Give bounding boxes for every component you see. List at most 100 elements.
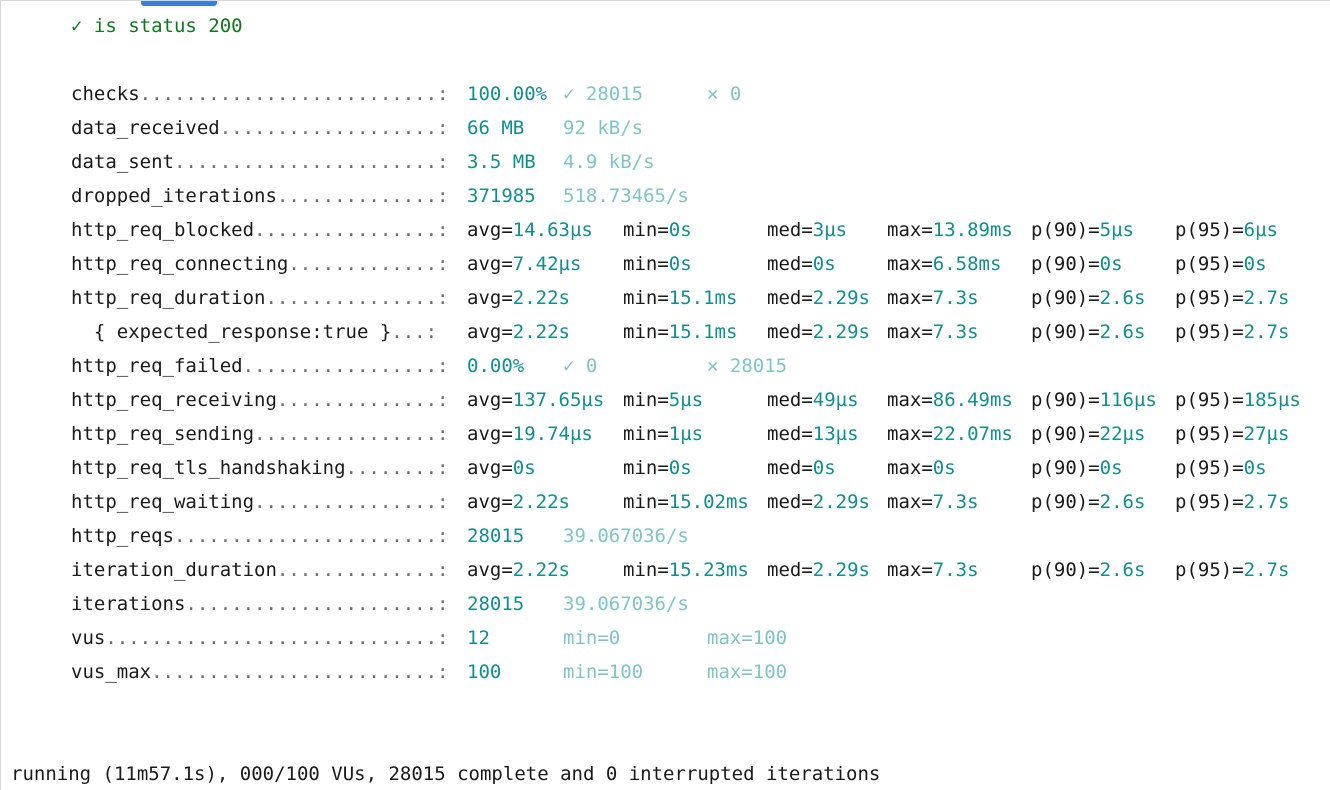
stat-value: 3µs	[812, 219, 848, 241]
metric-stat: max=6.58ms	[887, 247, 1001, 281]
stat-key: p(90)=	[1031, 389, 1100, 411]
metric-extra: 92 kB/s	[563, 117, 644, 139]
metric-stat: p(95)=2.7s	[1175, 315, 1289, 349]
metric-dots: ..............:	[276, 559, 449, 581]
metric-stat: avg=19.74µs	[467, 417, 593, 451]
stat-value: 0s	[668, 457, 692, 479]
metric-stat: p(90)=2.6s	[1031, 281, 1145, 315]
stat-key: p(95)=	[1175, 559, 1244, 581]
metric-dots: .................:	[242, 355, 449, 377]
metric-extra: 4.9 kB/s	[563, 151, 655, 173]
stat-value: 49µs	[812, 389, 859, 411]
stat-value: 137.65µs	[512, 389, 605, 411]
stat-value: 2.22s	[512, 287, 570, 309]
metric-stat: med=0s	[767, 247, 836, 281]
stat-value: 0s	[1099, 457, 1123, 479]
metric-name: http_req_tls_handshaking	[71, 457, 346, 479]
metric-extra: min=0	[563, 627, 621, 649]
metric-name: http_req_blocked	[71, 219, 255, 241]
metric-stat: max=13.89ms	[887, 213, 1013, 247]
stat-value: 13.89ms	[932, 219, 1013, 241]
metric-name: http_req_duration	[71, 287, 266, 309]
stat-key: avg=	[467, 287, 513, 309]
stat-key: avg=	[467, 423, 513, 445]
stat-value: 7.42µs	[512, 253, 582, 275]
metric-name: http_req_failed	[71, 355, 243, 377]
metric-stat: med=0s	[767, 451, 836, 485]
metric-stat: med=3µs	[767, 213, 847, 247]
metric-stat: p(95)=27µs	[1175, 417, 1289, 451]
metric-dots: ...................:	[219, 117, 449, 139]
stat-value: 2.6s	[1099, 287, 1146, 309]
metric-value: 100	[467, 661, 502, 683]
scroll-indicator[interactable]	[141, 1, 217, 6]
stat-key: p(90)=	[1031, 287, 1100, 309]
metric-dots: .......................:	[173, 151, 449, 173]
stat-value: 2.29s	[812, 559, 870, 581]
stat-value: 13µs	[812, 423, 859, 445]
metric-name: vus	[71, 627, 106, 649]
stat-value: 116µs	[1099, 389, 1157, 411]
metric-stat: max=86.49ms	[887, 383, 1013, 417]
stat-value: 0s	[812, 253, 836, 275]
metric-name: data_received	[71, 117, 220, 139]
metric-dots: ...:	[391, 321, 438, 343]
stat-value: 86.49ms	[932, 389, 1013, 411]
metric-stat: med=49µs	[767, 383, 859, 417]
metric-stat: p(90)=2.6s	[1031, 315, 1145, 349]
metric-stat: avg=7.42µs	[467, 247, 581, 281]
stat-key: p(90)=	[1031, 559, 1100, 581]
stat-value: 2.7s	[1243, 491, 1290, 513]
metric-stat: p(90)=22µs	[1031, 417, 1145, 451]
metric-name: iteration_duration	[71, 559, 277, 581]
stat-key: min=	[623, 559, 669, 581]
metric-extra: max=100	[707, 627, 788, 649]
metric-dots: ........:	[345, 457, 449, 479]
metric-stat: med=13µs	[767, 417, 859, 451]
metric-extra: 39.067036/s	[563, 593, 689, 615]
stat-key: avg=	[467, 253, 513, 275]
metric-name: http_req_sending	[71, 423, 255, 445]
metric-dots: ................:	[254, 423, 449, 445]
metric-extra: ✕ 0	[707, 83, 742, 105]
stat-value: 22.07ms	[932, 423, 1013, 445]
metric-extra: 39.067036/s	[563, 525, 689, 547]
metric-extra: min=100	[563, 661, 644, 683]
metric-stat: p(90)=5µs	[1031, 213, 1134, 247]
stat-key: p(95)=	[1175, 219, 1244, 241]
metric-label: data_received...................:	[71, 111, 449, 145]
stat-key: avg=	[467, 389, 513, 411]
terminal-output: ✓ is status 200 checks..................…	[0, 0, 1330, 790]
metric-label: http_req_sending................:	[71, 417, 449, 451]
metric-label: iteration_duration..............:	[71, 553, 449, 587]
metric-stat: min=0s	[623, 247, 692, 281]
stat-key: min=	[623, 457, 669, 479]
metric-stat: min=15.1ms	[623, 315, 737, 349]
metric-label: http_req_blocked................:	[71, 213, 449, 247]
stat-key: max=	[887, 321, 933, 343]
stat-key: p(90)=	[1031, 219, 1100, 241]
metric-extra: ✓ 28015	[563, 83, 644, 105]
metric-stat: p(90)=2.6s	[1031, 485, 1145, 519]
metric-dots: ................:	[254, 219, 449, 241]
metric-dots: .........................:	[151, 661, 449, 683]
stat-key: min=	[623, 321, 669, 343]
metric-value: 28015	[467, 593, 525, 615]
stat-key: max=	[887, 491, 933, 513]
stat-value: 0s	[512, 457, 536, 479]
metric-stat: min=15.1ms	[623, 281, 737, 315]
stat-key: p(95)=	[1175, 321, 1244, 343]
stat-key: med=	[767, 321, 813, 343]
check-mark-icon: ✓	[71, 15, 83, 37]
metric-stat: p(95)=0s	[1175, 247, 1267, 281]
stat-value: 0s	[812, 457, 836, 479]
metric-stat: p(95)=2.7s	[1175, 553, 1289, 587]
stat-key: avg=	[467, 559, 513, 581]
stat-key: avg=	[467, 457, 513, 479]
metric-dots: .............................:	[105, 627, 449, 649]
stat-value: 0s	[932, 457, 956, 479]
metric-label: vus.............................:	[71, 621, 449, 655]
stat-value: 15.02ms	[668, 491, 749, 513]
metric-name: data_sent	[71, 151, 174, 173]
metric-label: http_req_receiving..............:	[71, 383, 449, 417]
